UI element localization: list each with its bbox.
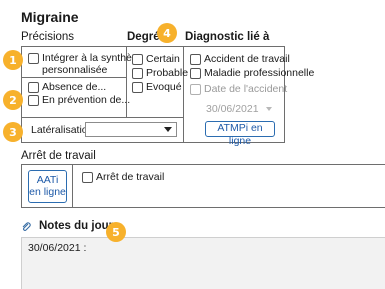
aati-label-line2: en ligne — [29, 186, 66, 198]
degre-option-probable[interactable]: Probable — [132, 67, 188, 79]
degre-certain-label: Certain — [146, 53, 180, 65]
synthese-label-line1: Intégrer à la synthèse — [42, 52, 143, 64]
page-title: Migraine — [21, 9, 79, 25]
date-accident-checkbox-box[interactable] — [190, 84, 201, 95]
arret-header: Arrêt de travail — [21, 150, 96, 162]
date-accident-label: Date de l'accident — [204, 83, 288, 95]
prevention-checkbox-box[interactable] — [28, 95, 39, 106]
aati-label-line1: AATi — [36, 174, 59, 186]
accident-travail-checkbox[interactable]: Accident de travail — [190, 53, 290, 65]
chevron-down-icon[interactable] — [266, 107, 272, 111]
synthese-checkbox-box[interactable] — [28, 53, 39, 64]
arret-box — [21, 164, 385, 208]
arret-checkbox-box[interactable] — [82, 172, 93, 183]
notes-textarea[interactable]: 30/06/2021 : — [21, 237, 385, 289]
synthese-label-line2: personnalisée — [42, 64, 108, 76]
prevention-checkbox[interactable]: En prévention de... — [28, 94, 130, 106]
badge-2: 2 — [3, 90, 23, 110]
accident-checkbox-box[interactable] — [190, 54, 201, 65]
paperclip-icon — [21, 219, 31, 232]
degre-option-certain[interactable]: Certain — [132, 53, 180, 65]
lateralisation-select[interactable] — [85, 122, 177, 137]
date-accident-checkbox[interactable]: Date de l'accident — [190, 83, 287, 95]
degre-evoque-checkbox[interactable] — [132, 82, 143, 93]
maladie-label: Maladie professionnelle — [204, 67, 315, 79]
arret-divider — [72, 165, 73, 207]
arret-travail-checkbox[interactable]: Arrêt de travail — [82, 171, 164, 183]
maladie-checkbox-box[interactable] — [190, 68, 201, 79]
diagnostic-header: Diagnostic lié à — [185, 31, 270, 43]
notes-header: Notes du jour — [39, 220, 114, 232]
lateralisation-value — [86, 128, 89, 139]
badge-5: 5 — [106, 222, 126, 242]
badge-3: 3 — [3, 122, 23, 142]
precisions-header: Précisions — [21, 31, 75, 43]
synthese-label: Intégrer à la synthèse personnalisée — [42, 52, 143, 76]
degre-option-evoque[interactable]: Evoqué — [132, 81, 182, 93]
migraine-panel: Migraine Précisions Degré Diagnostic lié… — [0, 0, 385, 289]
maladie-pro-checkbox[interactable]: Maladie professionnelle — [190, 67, 314, 79]
absence-label: Absence de... — [42, 81, 107, 93]
arret-checkbox-label: Arrêt de travail — [96, 171, 165, 183]
badge-1: 1 — [3, 50, 23, 70]
absence-checkbox-box[interactable] — [28, 82, 39, 93]
accident-label: Accident de travail — [204, 53, 290, 65]
precisions-divider — [21, 77, 127, 78]
synthese-checkbox[interactable]: Intégrer à la synthèse personnalisée — [28, 52, 143, 76]
degre-probable-checkbox[interactable] — [132, 68, 143, 79]
absence-checkbox[interactable]: Absence de... — [28, 81, 106, 93]
notes-content: 30/06/2021 : — [28, 242, 87, 254]
degre-evoque-label: Evoqué — [146, 81, 182, 93]
chevron-down-icon — [164, 127, 172, 132]
degre-certain-checkbox[interactable] — [132, 54, 143, 65]
atmpi-button[interactable]: ATMPi en ligne — [205, 121, 275, 147]
prevention-label: En prévention de... — [42, 94, 131, 106]
aati-button[interactable]: AATi en ligne — [28, 170, 67, 203]
badge-4: 4 — [157, 23, 177, 43]
degre-probable-label: Probable — [146, 67, 189, 79]
degre-header: Degré — [127, 31, 160, 43]
date-accident-input[interactable]: 30/06/2021 — [206, 103, 259, 115]
